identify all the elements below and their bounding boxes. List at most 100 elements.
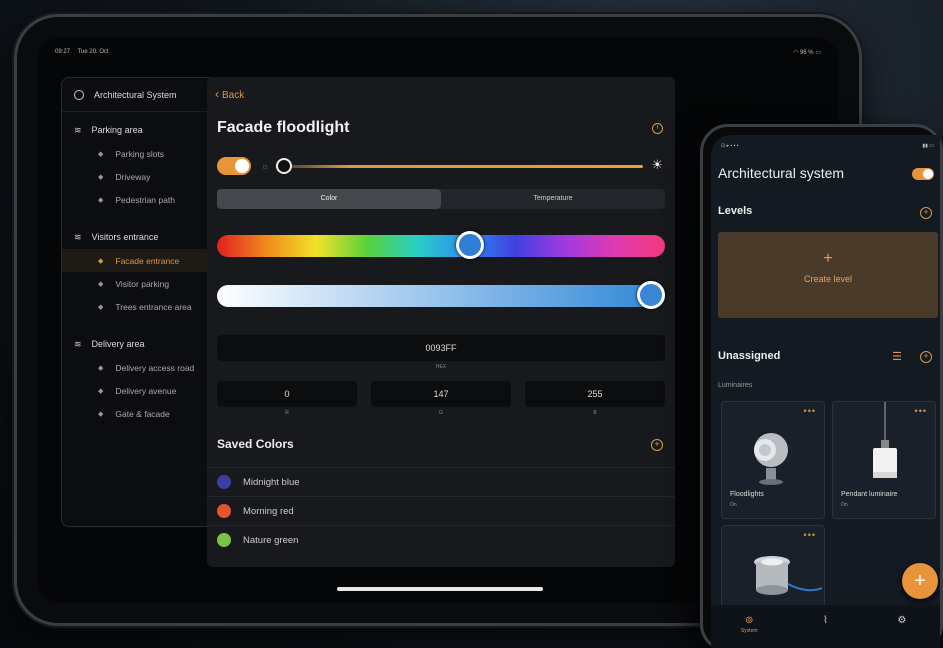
nav-item-label: Delivery avenue (115, 385, 177, 396)
create-level-button[interactable]: + Create level (718, 232, 938, 318)
saved-color-row[interactable]: Nature green (207, 525, 675, 554)
phone-device: ⊡ ▸ ▪ ▪ ▪ ▮▮ ▭ Architectural system Leve… (700, 124, 943, 648)
saved-color-name: Midnight blue (243, 476, 300, 488)
power-toggle[interactable] (217, 157, 251, 175)
nav-item-label: Facade entrance (115, 255, 180, 266)
saturation-slider-thumb[interactable] (637, 281, 665, 309)
unassigned-heading: Unassigned (718, 350, 781, 362)
tablet-status-bar: 09:27 Tue 20. Oct ◠ 96 % ▭ (55, 49, 821, 61)
luminaire-icon: ◆ (98, 196, 104, 204)
more-icon[interactable]: ••• (804, 530, 816, 540)
add-floating-button[interactable]: + (902, 563, 938, 599)
nav-item-label: Visitor parking (115, 278, 170, 289)
nav-item-label: Trees entrance area (115, 301, 192, 312)
luminaire-icon: ◆ (98, 410, 104, 418)
wifi-icon: ◠ (793, 50, 800, 56)
luminaire-icon: ◆ (98, 150, 104, 158)
nav-title-label: Architectural System (94, 89, 177, 100)
card-status: On (730, 502, 737, 508)
card-status: On (841, 502, 848, 508)
pendant-luminaire-icon (873, 402, 897, 478)
luminaire-icon: ◆ (98, 257, 104, 265)
color-swatch (217, 475, 231, 489)
color-swatch (217, 504, 231, 518)
hex-label: HEX (435, 364, 447, 370)
saved-color-row[interactable]: Midnight blue (207, 467, 675, 496)
card-name: Floodlights (730, 491, 764, 498)
status-icons: ⊡ ▸ ▪ ▪ ▪ (721, 143, 739, 149)
add-luminaire-icon[interactable]: + (920, 351, 932, 363)
levels-heading: Levels (718, 205, 753, 217)
saved-color-row[interactable]: Morning red (207, 496, 675, 525)
info-icon[interactable]: i (652, 123, 663, 134)
create-level-label: Create level (803, 274, 853, 284)
hue-slider[interactable] (217, 235, 665, 257)
brightness-slider-track[interactable] (275, 165, 643, 168)
nav-item-label: Driveway (115, 171, 151, 182)
tab-scenes[interactable]: ⌇ (787, 605, 863, 648)
tab-temperature[interactable]: Temperature (441, 189, 665, 209)
luminaire-detail-panel: ‹ Back Facade floodlight i ☼ ☀ Color Temp… (207, 77, 675, 567)
brightness-slider-thumb[interactable] (276, 158, 292, 174)
tab-system[interactable]: ⊚ System (711, 605, 787, 648)
nav-item-label: Parking slots (115, 148, 165, 159)
list-view-icon[interactable]: ☰ (892, 350, 902, 363)
layers-icon: ≋ (74, 338, 82, 349)
dim-low-icon: ☼ (261, 161, 270, 171)
status-date: Tue 20. Oct (77, 49, 109, 55)
phone-status-bar: ⊡ ▸ ▪ ▪ ▪ ▮▮ ▭ (721, 143, 934, 149)
luminaire-icon: ◆ (98, 364, 104, 372)
luminaires-label: Luminaires (718, 382, 753, 389)
settings-icon: ⚙ (897, 615, 907, 626)
color-swatch (217, 533, 231, 547)
chevron-left-icon: ‹ (215, 87, 219, 101)
scenes-icon: ⌇ (823, 615, 828, 626)
system-power-toggle[interactable] (912, 168, 934, 180)
nav-item-label: Gate & facade (115, 408, 170, 419)
sun-icon: ☀ (651, 157, 663, 172)
tab-label: System (740, 628, 758, 634)
status-battery: 96 % (799, 50, 814, 56)
luminaire-icon: ◆ (98, 173, 104, 181)
app-title: Architectural system (718, 165, 845, 181)
phone-screen: ⊡ ▸ ▪ ▪ ▪ ▮▮ ▭ Architectural system Leve… (711, 135, 940, 648)
saturation-slider[interactable] (217, 285, 665, 307)
red-label: R (285, 410, 289, 416)
floodlight-icon (754, 433, 788, 485)
system-icon: ⊚ (744, 615, 754, 626)
add-color-icon[interactable]: + (651, 439, 663, 451)
battery-icon: ▮▮ ▭ (922, 143, 934, 149)
nav-group-label: Delivery area (91, 339, 145, 349)
back-button[interactable]: ‹ Back (215, 87, 244, 101)
back-label: Back (222, 90, 245, 101)
green-label: G (439, 410, 443, 416)
layers-icon: ≋ (74, 231, 82, 242)
luminaire-card-pendant[interactable]: ••• Pendant luminaire On (832, 401, 936, 519)
saved-color-name: Nature green (243, 534, 299, 546)
hex-input[interactable]: 0093FF (217, 335, 665, 361)
card-name: Pendant luminaire (841, 491, 898, 498)
luminaire-icon: ◆ (98, 280, 104, 288)
home-indicator[interactable] (337, 587, 543, 591)
nav-item-label: Pedestrian path (115, 194, 175, 205)
bottom-navigation: ⊚ System ⌇ ⚙ (711, 605, 940, 648)
red-input[interactable]: 0 (217, 381, 357, 407)
blue-input[interactable]: 255 (525, 381, 665, 407)
luminaire-icon: ◆ (98, 387, 104, 395)
green-input[interactable]: 147 (371, 381, 511, 407)
status-time: 09:27 (55, 49, 71, 55)
mode-segmented-control: Color Temperature (217, 189, 665, 209)
saved-color-name: Morning red (243, 505, 294, 517)
luminaire-card-floodlights[interactable]: ••• Floodlights On (721, 401, 825, 519)
more-icon[interactable]: ••• (804, 406, 816, 416)
tab-color[interactable]: Color (217, 189, 441, 209)
system-icon (74, 89, 84, 100)
tab-settings[interactable]: ⚙ (864, 605, 940, 648)
nav-item-label: Delivery access road (115, 362, 195, 373)
layers-icon: ≋ (74, 124, 82, 135)
add-level-icon[interactable]: + (920, 207, 932, 219)
blue-label: B (593, 410, 597, 416)
luminaire-icon: ◆ (98, 303, 104, 311)
page-title: Facade floodlight (217, 119, 350, 136)
nav-group-label: Visitors entrance (91, 232, 159, 242)
